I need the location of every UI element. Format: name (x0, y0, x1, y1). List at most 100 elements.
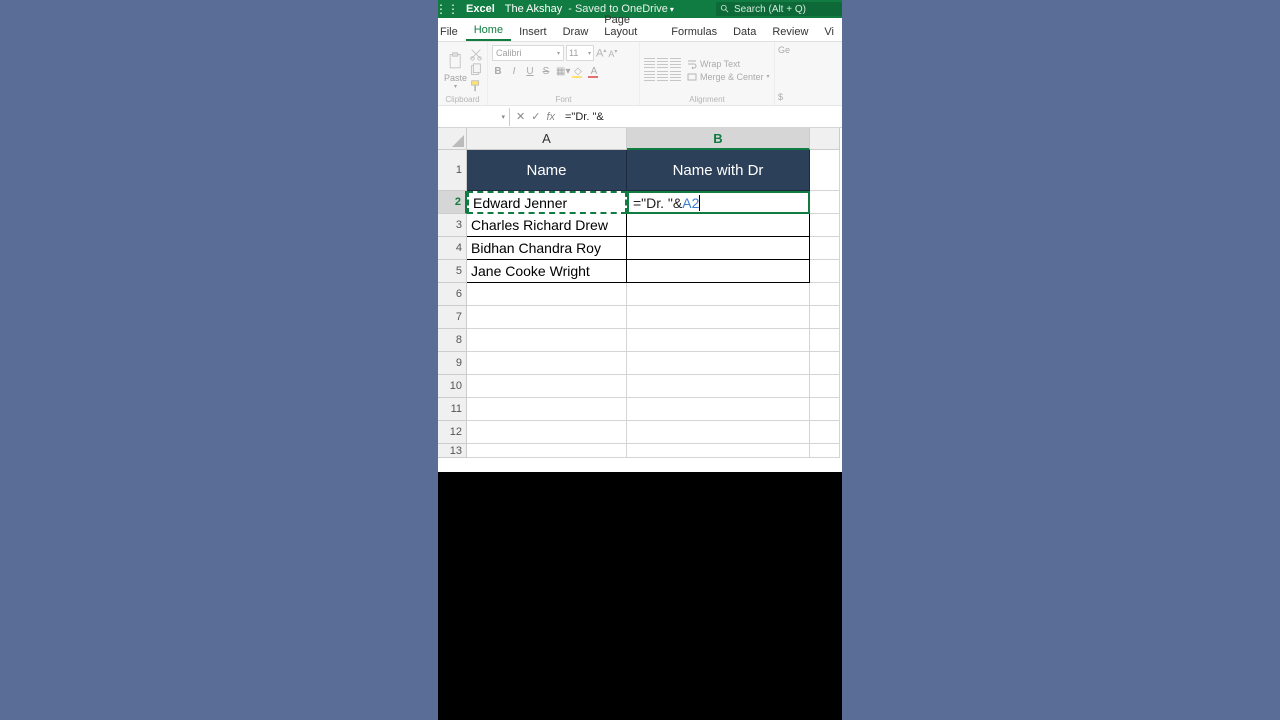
row-header[interactable]: 9 (438, 352, 467, 375)
underline-button[interactable]: U (524, 66, 536, 77)
number-format-select[interactable]: Ge (778, 45, 792, 55)
cell-a3[interactable]: Charles Richard Drew (467, 214, 627, 237)
cell[interactable] (467, 444, 627, 458)
group-font: Calibri▾ 11▾ A▴ A▾ B I U S ▦▾ ◇ A Font (488, 42, 640, 105)
header-cell-name[interactable]: Name (467, 150, 627, 191)
cell[interactable] (627, 306, 810, 329)
fx-icon[interactable]: fx (546, 111, 555, 123)
wrap-icon (687, 59, 697, 69)
currency-button[interactable]: $ (778, 92, 792, 102)
cell-b3[interactable] (627, 214, 810, 237)
tab-insert[interactable]: Insert (511, 22, 555, 41)
decrease-font-icon[interactable]: A▾ (608, 48, 617, 59)
cell[interactable] (467, 352, 627, 375)
row-header[interactable]: 13 (438, 444, 467, 458)
tab-data[interactable]: Data (725, 22, 764, 41)
cell[interactable] (810, 444, 840, 458)
bold-button[interactable]: B (492, 66, 504, 77)
cut-icon[interactable] (469, 47, 483, 61)
row-header[interactable]: 5 (438, 260, 467, 283)
cell[interactable] (467, 398, 627, 421)
cancel-button[interactable]: ✕ (516, 110, 525, 123)
row-header[interactable]: 7 (438, 306, 467, 329)
cell-b4[interactable] (627, 237, 810, 260)
row-header[interactable]: 4 (438, 237, 467, 260)
row-header[interactable]: 2 (438, 191, 467, 214)
cell[interactable] (627, 398, 810, 421)
cell-a5[interactable]: Jane Cooke Wright (467, 260, 627, 283)
cell[interactable] (627, 375, 810, 398)
cell[interactable] (627, 329, 810, 352)
row-header[interactable]: 12 (438, 421, 467, 444)
cell-a4[interactable]: Bidhan Chandra Roy (467, 237, 627, 260)
row-header[interactable]: 11 (438, 398, 467, 421)
search-input[interactable]: Search (Alt + Q) (716, 2, 842, 16)
cell-a2[interactable]: Edward Jenner (467, 191, 627, 214)
alignment-grid[interactable] (644, 58, 681, 82)
row-headers: 1 2 3 4 5 6 7 8 9 10 11 12 13 (438, 150, 467, 458)
app-name: Excel (456, 3, 505, 15)
paste-button[interactable]: Paste ▾ (444, 51, 467, 90)
group-label-font: Font (492, 95, 635, 104)
cell[interactable] (810, 283, 840, 306)
cell-b5[interactable] (627, 260, 810, 283)
cell[interactable] (467, 421, 627, 444)
row-header[interactable]: 1 (438, 150, 467, 191)
wrap-text-button[interactable]: Wrap Text (687, 59, 770, 69)
app-menu-icon[interactable]: ⋮⋮ (438, 2, 456, 16)
cell[interactable] (467, 329, 627, 352)
format-painter-icon[interactable] (469, 79, 483, 93)
cell[interactable] (810, 421, 840, 444)
cell[interactable] (810, 329, 840, 352)
document-name[interactable]: The Akshay (505, 3, 568, 15)
row-header[interactable]: 3 (438, 214, 467, 237)
cell[interactable] (810, 306, 840, 329)
copy-icon[interactable] (469, 63, 483, 77)
cell[interactable] (810, 150, 840, 191)
name-box[interactable]: ▾ (438, 108, 510, 126)
cell-b2-active[interactable]: ="Dr. "&A2 (627, 191, 810, 214)
merge-center-button[interactable]: Merge & Center ▾ (687, 72, 770, 82)
chevron-down-icon[interactable]: ▾ (670, 5, 674, 14)
font-name-select[interactable]: Calibri▾ (492, 45, 564, 61)
chevron-down-icon: ▾ (454, 83, 457, 90)
row-header[interactable]: 6 (438, 283, 467, 306)
formula-input[interactable]: ="Dr. "& (561, 111, 842, 123)
cell[interactable] (810, 237, 840, 260)
cell[interactable] (627, 421, 810, 444)
row-header[interactable]: 10 (438, 375, 467, 398)
cell[interactable] (627, 283, 810, 306)
column-header-c[interactable] (810, 128, 840, 150)
column-header-a[interactable]: A (467, 128, 627, 150)
column-header-b[interactable]: B (627, 128, 810, 150)
row-header[interactable]: 8 (438, 329, 467, 352)
cell[interactable] (627, 444, 810, 458)
italic-button[interactable]: I (508, 66, 520, 77)
tab-draw[interactable]: Draw (555, 22, 597, 41)
tab-home[interactable]: Home (466, 20, 511, 41)
cell[interactable] (810, 398, 840, 421)
cell[interactable] (810, 352, 840, 375)
tab-file[interactable]: File (438, 22, 466, 41)
group-clipboard: Paste ▾ Clipboard (438, 42, 488, 105)
cell[interactable] (810, 214, 840, 237)
header-cell-name-with-dr[interactable]: Name with Dr (627, 150, 810, 191)
font-size-select[interactable]: 11▾ (566, 45, 594, 61)
select-all-button[interactable] (438, 128, 467, 150)
cell[interactable] (467, 306, 627, 329)
cell[interactable] (810, 375, 840, 398)
tab-view[interactable]: Vi (816, 22, 842, 41)
cell[interactable] (467, 283, 627, 306)
font-color-button[interactable]: A (588, 66, 600, 77)
border-button[interactable]: ▦▾ (556, 66, 568, 77)
increase-font-icon[interactable]: A▴ (596, 47, 606, 60)
cell[interactable] (810, 260, 840, 283)
fill-color-button[interactable]: ◇ (572, 66, 584, 77)
cell[interactable] (810, 191, 840, 214)
strike-button[interactable]: S (540, 66, 552, 77)
cell[interactable] (627, 352, 810, 375)
accept-button[interactable]: ✓ (531, 110, 540, 123)
tab-review[interactable]: Review (764, 22, 816, 41)
tab-formulas[interactable]: Formulas (663, 22, 725, 41)
cell[interactable] (467, 375, 627, 398)
